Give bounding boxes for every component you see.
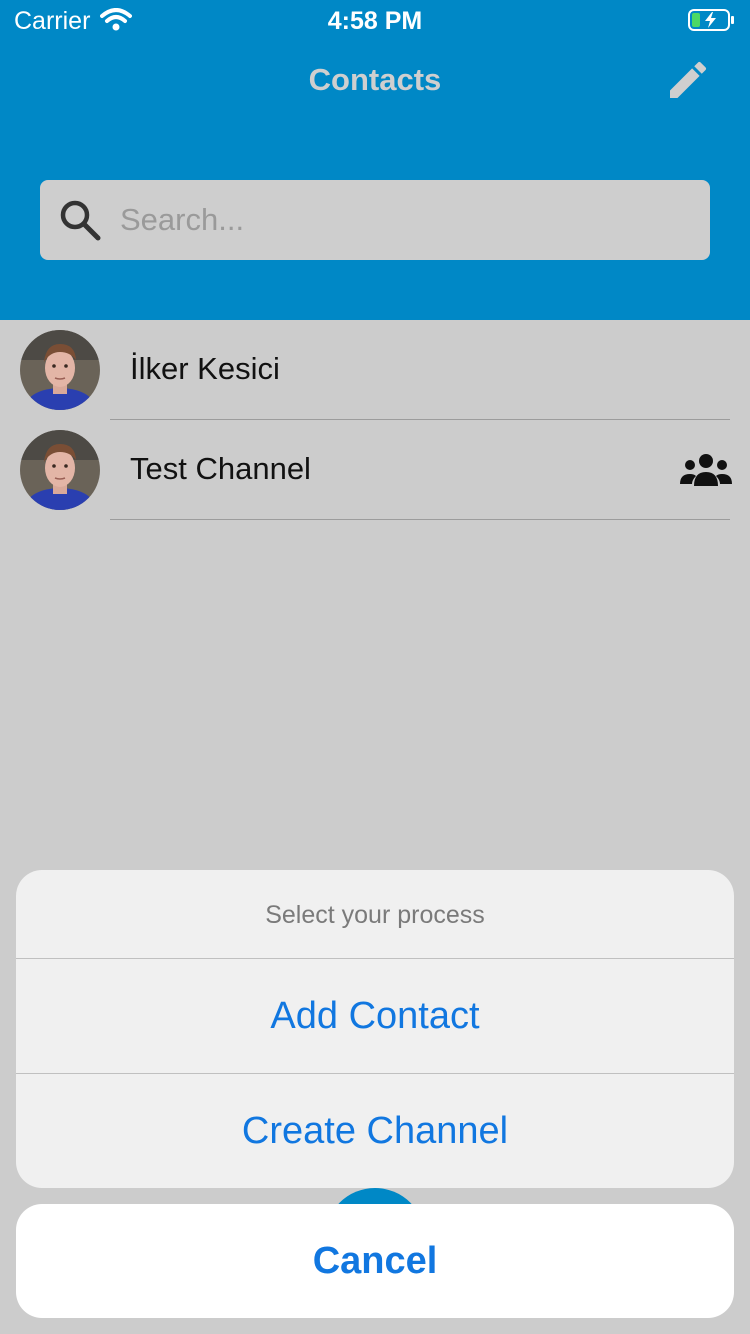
row-divider: [110, 519, 730, 520]
status-bar: Carrier 4:58 PM: [0, 0, 750, 40]
search-icon: [60, 200, 101, 241]
header: Carrier 4:58 PM Contacts: [0, 0, 750, 320]
contact-list: İlker Kesici Test Channel: [0, 320, 750, 520]
avatar: [20, 330, 100, 410]
add-contact-button[interactable]: Add Contact: [16, 959, 734, 1073]
page-title: Contacts: [308, 62, 442, 97]
contact-row[interactable]: Test Channel: [0, 420, 750, 520]
pencil-icon[interactable]: [664, 56, 712, 104]
action-sheet-title: Select your process: [265, 901, 485, 929]
battery-icon: [688, 9, 734, 31]
contact-name: Test Channel: [130, 451, 311, 486]
action-sheet: Select your process Add Contact Create C…: [16, 870, 734, 1188]
contact-row[interactable]: İlker Kesici: [0, 320, 750, 420]
create-channel-button[interactable]: Create Channel: [16, 1074, 734, 1188]
status-time: 4:58 PM: [327, 7, 423, 35]
contact-name: İlker Kesici: [130, 351, 280, 386]
avatar: [20, 430, 100, 510]
cancel-button[interactable]: Cancel: [16, 1204, 734, 1318]
search-bar[interactable]: [40, 180, 710, 260]
group-icon: [680, 454, 732, 486]
search-input[interactable]: [120, 180, 690, 260]
